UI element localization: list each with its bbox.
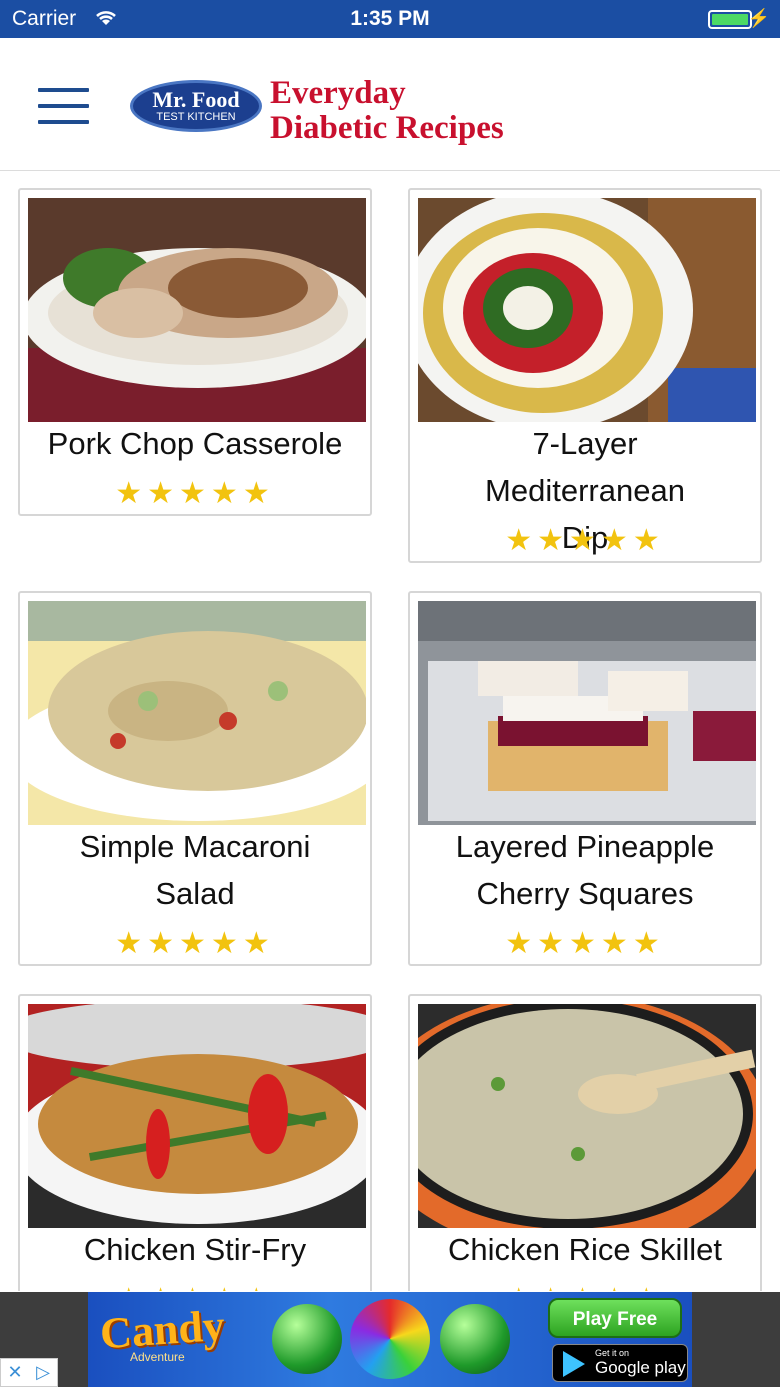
ad-creative[interactable]: Candy Adventure Play Free Get it on Goog… (88, 1292, 692, 1387)
recipe-name: Pork Chop Casserole (47, 426, 343, 461)
recipe-card-mediterranean-dip[interactable]: 7-Layer Mediterranean Dip ★★★★★ (408, 188, 762, 563)
ad-brand-subtitle: Adventure (130, 1350, 185, 1364)
recipe-name: Simple Macaroni Salad (79, 829, 311, 911)
play-free-button[interactable]: Play Free (548, 1298, 682, 1338)
recipe-card-pineapple-cherry-squares[interactable]: Layered Pineapple Cherry Squares ★★★★★ (408, 591, 762, 966)
recipe-card-chicken-stir-fry[interactable]: Chicken Stir-Fry ★★★★★ (18, 994, 372, 1291)
recipe-photo (418, 198, 756, 422)
app-title: Everyday Diabetic Recipes (270, 76, 504, 146)
close-icon[interactable]: ✕ (1, 1359, 29, 1386)
recipe-photo (418, 1004, 756, 1228)
status-bar: Carrier 1:35 PM ⚡ (0, 0, 780, 38)
adchoices-icon[interactable]: ▷ (29, 1359, 57, 1386)
hamburger-menu-icon[interactable] (38, 88, 90, 124)
rating-stars: ★★★★★ (115, 927, 275, 960)
green-orb-icon (440, 1304, 510, 1374)
app-title-line2: Diabetic Recipes (270, 110, 504, 146)
clock: 1:35 PM (350, 7, 430, 30)
recipe-photo (28, 601, 366, 825)
google-play-icon (563, 1351, 585, 1377)
recipe-photo (28, 1004, 366, 1228)
store-line2: Google play (595, 1358, 686, 1377)
store-line1: Get it on (595, 1348, 630, 1358)
rating-stars: ★★★★★ (20, 1282, 370, 1291)
recipe-grid: Pork Chop Casserole ★★★★★ 7-Layer Medite… (0, 171, 780, 1291)
recipe-photo (28, 198, 366, 422)
recipe-card-pork-chop-casserole[interactable]: Pork Chop Casserole ★★★★★ (18, 188, 372, 516)
bolt-icon: ⚡ (747, 8, 770, 28)
rainbow-candy-icon (350, 1299, 430, 1379)
recipe-name: Chicken Stir-Fry (83, 1232, 307, 1267)
mr-food-logo: Mr. Food TEST KITCHEN (130, 80, 262, 132)
rating-stars: ★★★★★ (505, 524, 665, 557)
google-play-badge[interactable]: Get it on Google play (552, 1344, 688, 1382)
recipe-card-simple-macaroni-salad[interactable]: Simple Macaroni Salad ★★★★★ (18, 591, 372, 966)
app-header: Mr. Food TEST KITCHEN Everyday Diabetic … (0, 38, 780, 171)
logo-line1: Mr. Food (152, 87, 240, 112)
logo-line2: TEST KITCHEN (156, 111, 236, 123)
app-title-line1: Everyday (270, 75, 406, 111)
ad-controls: ✕ ▷ (0, 1358, 58, 1387)
recipe-name: Layered Pineapple Cherry Squares (455, 829, 715, 911)
rating-stars: ★★★★★ (115, 477, 275, 510)
recipe-card-chicken-rice-skillet[interactable]: Chicken Rice Skillet ★★★★★ (408, 994, 762, 1291)
battery-icon (708, 10, 752, 29)
recipe-photo (418, 601, 756, 825)
green-orb-icon (272, 1304, 342, 1374)
ad-banner[interactable]: Candy Adventure Play Free Get it on Goog… (0, 1292, 780, 1387)
recipe-name: Chicken Rice Skillet (448, 1232, 722, 1267)
rating-stars: ★★★★★ (505, 927, 665, 960)
rating-stars: ★★★★★ (410, 1282, 760, 1291)
